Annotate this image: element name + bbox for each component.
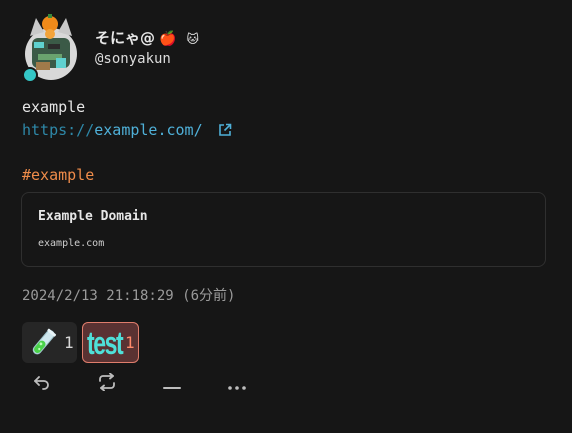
note-text: example [22,98,86,116]
test-emoji: test [87,324,124,361]
reply-button[interactable] [22,372,62,396]
display-name-emoji: 🍎 [159,30,177,47]
link-preview-card[interactable]: Example Domain example.com [21,192,546,267]
reaction-test-tube[interactable]: 1 [22,322,77,363]
display-name[interactable]: そにゃ@ 🍎 🐱 [95,28,199,49]
cat-badge-icon: 🐱 [186,31,199,46]
display-name-text: そにゃ@ [95,29,156,47]
more-icon [228,375,246,394]
reaction-count: 1 [64,333,74,352]
note: そにゃ@ 🍎 🐱 @sonyakun example https://example… [0,0,572,433]
react-button[interactable] [152,372,192,396]
test-tube-icon [28,328,58,358]
url-host: example.com/ [94,121,203,139]
url-scheme: https:// [22,121,95,139]
note-timestamp[interactable]: 2024/2/13 21:18:29 (6分前) [22,285,235,305]
preview-host: example.com [38,238,105,249]
reply-icon [33,374,51,394]
note-url-link[interactable]: https://example.com/ [22,120,232,142]
external-link-icon [218,122,232,142]
more-button[interactable] [217,372,257,396]
renote-icon [97,372,117,395]
user-info: そにゃ@ 🍎 🐱 @sonyakun [95,28,199,69]
reaction-count: 1 [125,333,135,352]
preview-title: Example Domain [38,209,148,224]
avatar[interactable] [22,14,80,83]
renote-button[interactable] [87,372,127,396]
username[interactable]: @sonyakun [95,49,199,69]
hashtag-link[interactable]: #example [22,165,94,185]
online-status-indicator [22,67,38,83]
reaction-test[interactable]: test 1 [82,322,139,363]
minus-icon [163,375,181,394]
